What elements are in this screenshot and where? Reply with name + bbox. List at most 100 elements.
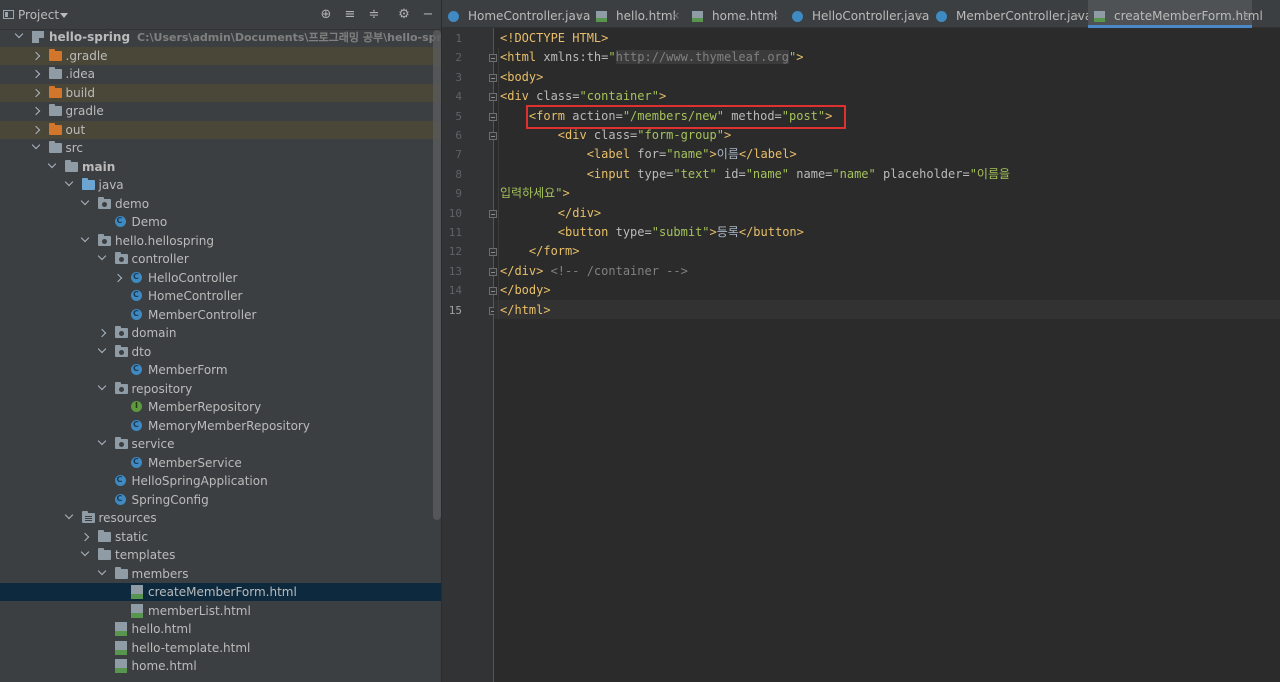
chevron-right-icon[interactable] xyxy=(31,88,40,97)
tree-item-members[interactable]: members xyxy=(0,565,441,583)
tree-item-home-html[interactable]: home.html xyxy=(0,657,441,675)
code-editor[interactable]: <!DOCTYPE HTML> <html xmlns:th="http://ww… xyxy=(500,28,1270,682)
chevron-right-icon[interactable] xyxy=(31,125,40,134)
fold-marker-icon[interactable] xyxy=(489,287,497,296)
chevron-right-icon[interactable] xyxy=(31,51,40,60)
tree-item-memorymemberrepository[interactable]: MemoryMemberRepository xyxy=(0,417,441,435)
tree-item-hello-spring[interactable]: hello-spring C:\Users\admin\Documents\프로그… xyxy=(0,28,441,46)
tree-item-gradle[interactable]: gradle xyxy=(0,102,441,120)
code-line[interactable]: </form> xyxy=(500,242,580,261)
locate-file-icon[interactable]: ⊕ xyxy=(318,7,334,23)
tree-item-repository[interactable]: repository xyxy=(0,380,441,398)
tree-item-memberlist-html[interactable]: memberList.html xyxy=(0,602,441,620)
chevron-right-icon[interactable] xyxy=(31,106,40,116)
project-panel-title[interactable]: Project xyxy=(18,8,59,22)
code-line[interactable]: <label for="name">이름</label> xyxy=(500,145,797,164)
fold-marker-icon[interactable] xyxy=(489,209,497,218)
project-tree-scrollbar[interactable] xyxy=(433,30,441,520)
tree-item-hello-html[interactable]: hello.html xyxy=(0,620,441,638)
tree-item-domain[interactable]: domain xyxy=(0,324,441,342)
chevron-down-icon[interactable] xyxy=(14,29,24,39)
tab-creatememberform-html[interactable]: createMemberForm.html × xyxy=(1088,0,1263,28)
fold-marker-icon[interactable] xyxy=(489,73,497,82)
hide-panel-icon[interactable]: − xyxy=(420,7,436,23)
tree-item-idea[interactable]: .idea xyxy=(0,65,441,83)
chevron-down-icon[interactable] xyxy=(80,547,90,557)
tree-item-homecontroller[interactable]: HomeController xyxy=(0,287,441,305)
code-token-attr: type= xyxy=(630,166,674,181)
expand-all-icon[interactable]: ≡ xyxy=(342,7,358,23)
fold-marker-icon[interactable] xyxy=(489,54,497,63)
tree-item-hellospringapplication[interactable]: HelloSpringApplication xyxy=(0,472,441,490)
code-line[interactable]: <!DOCTYPE HTML> xyxy=(500,29,608,48)
chevron-down-icon[interactable] xyxy=(47,159,57,168)
fold-marker-icon[interactable] xyxy=(489,112,497,121)
html-file-icon xyxy=(114,622,127,636)
tree-item-gradle[interactable]: .gradle xyxy=(0,46,441,65)
tree-item-static[interactable]: static xyxy=(0,528,441,546)
tree-item-templates[interactable]: templates xyxy=(0,546,441,564)
code-line[interactable]: </div> xyxy=(500,204,601,223)
tree-item-creatememberform-html[interactable]: createMemberForm.html xyxy=(0,583,441,601)
code-line[interactable]: <button type="submit">등록</button> xyxy=(500,223,804,242)
fold-marker-icon[interactable] xyxy=(489,267,497,276)
tree-item-demo[interactable]: demo xyxy=(0,195,441,213)
gear-icon[interactable]: ⚙ xyxy=(396,7,412,23)
chevron-down-icon[interactable] xyxy=(97,381,106,390)
fold-marker-icon[interactable] xyxy=(489,93,497,102)
tree-item-dto[interactable]: dto xyxy=(0,343,441,361)
tree-item-hello-hellospring[interactable]: hello.hellospring xyxy=(0,232,441,250)
code-line[interactable]: </div> <!-- /container --> xyxy=(500,262,688,281)
tree-item-demo[interactable]: Demo xyxy=(0,213,441,231)
fold-marker-icon[interactable] xyxy=(489,132,497,140)
tree-item-memberform[interactable]: MemberForm xyxy=(0,361,441,379)
code-line[interactable]: <div class="form-group"> xyxy=(500,126,731,145)
chevron-down-icon[interactable] xyxy=(97,344,106,353)
chevron-right-icon[interactable] xyxy=(31,69,40,79)
code-token-attr: action= xyxy=(565,108,623,123)
tree-item-java[interactable]: java xyxy=(0,176,441,194)
tree-item-build[interactable]: build xyxy=(0,83,441,102)
tree-item-membercontroller[interactable]: MemberController xyxy=(0,306,441,324)
tree-item-memberrepository[interactable]: MemberRepository xyxy=(0,398,441,416)
project-view-dropdown-icon[interactable] xyxy=(60,13,68,18)
chevron-down-icon[interactable] xyxy=(31,140,40,150)
tree-item-resources[interactable]: resources xyxy=(0,509,441,527)
tree-item-hellocontroller[interactable]: HelloController xyxy=(0,269,441,287)
code-line[interactable]: <div class="container"> xyxy=(500,87,666,106)
chevron-right-icon[interactable] xyxy=(113,273,123,282)
chevron-down-icon[interactable] xyxy=(80,196,90,205)
chevron-down-icon[interactable] xyxy=(97,566,106,575)
line-number: 2 xyxy=(455,51,462,65)
tree-item-service[interactable]: service xyxy=(0,435,441,453)
tree-item-springconfig[interactable]: SpringConfig xyxy=(0,491,441,509)
code-token-val: " xyxy=(608,50,616,65)
code-line[interactable]: <body> xyxy=(500,68,543,87)
code-line[interactable]: </body> xyxy=(500,281,551,300)
tree-item-main[interactable]: main xyxy=(0,158,441,176)
chevron-down-icon[interactable] xyxy=(97,436,106,446)
chevron-down-icon[interactable] xyxy=(80,233,90,242)
code-line[interactable]: <input type="text" id="name" name="name"… xyxy=(500,165,1010,184)
collapse-all-icon[interactable]: ≑ xyxy=(366,7,382,23)
tree-item-hello-template-html[interactable]: hello-template.html xyxy=(0,639,441,657)
tree-item-src[interactable]: src xyxy=(0,139,441,157)
code-line[interactable]: <form action="/members/new" method="post… xyxy=(500,107,832,126)
code-line[interactable]: </html> xyxy=(500,301,551,320)
code-line[interactable]: <html xmlns:th="http://www.thymeleaf.org… xyxy=(500,48,803,67)
tab-hellocontroller-java[interactable]: HelloController.java × xyxy=(786,0,930,28)
tab-hello-html[interactable]: hello.html × xyxy=(590,0,686,28)
chevron-down-icon[interactable] xyxy=(97,251,106,261)
tab-membercontroller-java[interactable]: MemberController.java × xyxy=(930,0,1092,28)
chevron-down-icon[interactable] xyxy=(64,177,73,187)
tree-item-controller[interactable]: controller xyxy=(0,250,441,268)
chevron-right-icon[interactable] xyxy=(80,532,90,541)
tree-item-out[interactable]: out xyxy=(0,120,441,139)
code-line[interactable]: 입력하세요"> xyxy=(500,184,570,203)
tab-homecontroller-java[interactable]: HomeController.java × xyxy=(442,0,590,28)
fold-marker-icon[interactable] xyxy=(489,248,497,257)
chevron-down-icon[interactable] xyxy=(64,510,73,520)
chevron-right-icon[interactable] xyxy=(97,328,106,338)
tree-item-memberservice[interactable]: MemberService xyxy=(0,454,441,472)
tab-home-html[interactable]: home.html × xyxy=(686,0,786,28)
